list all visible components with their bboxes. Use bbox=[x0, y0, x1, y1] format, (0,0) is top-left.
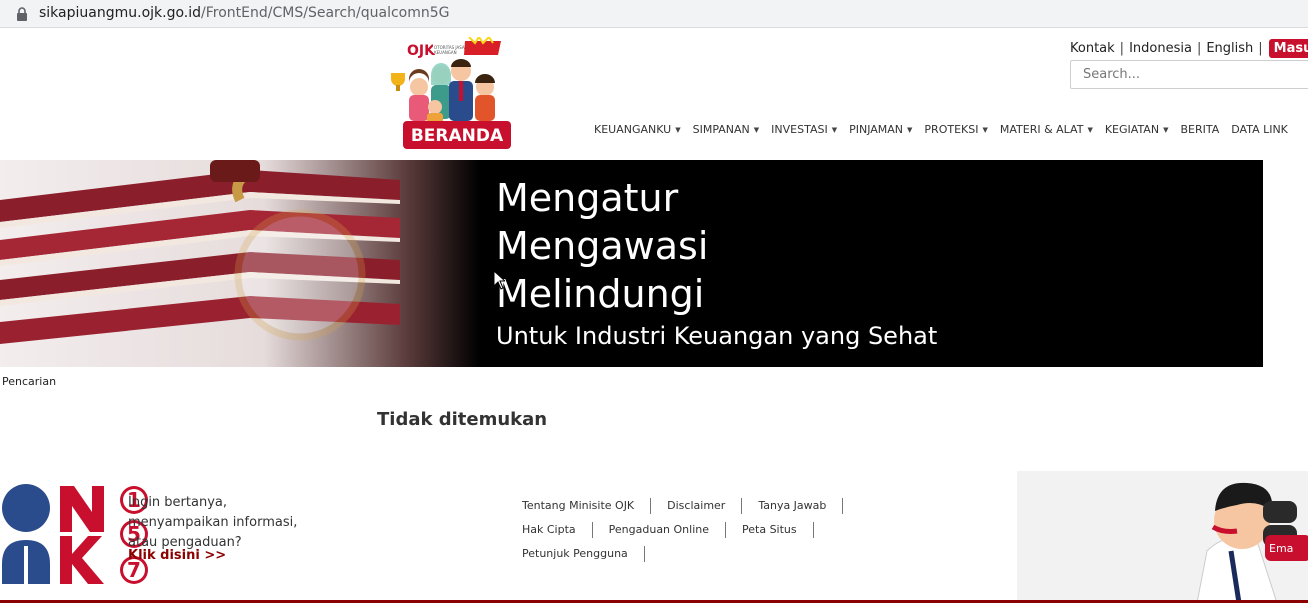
nav-item-data-link[interactable]: DATA LINK bbox=[1231, 123, 1288, 136]
nav-item-kegiatan[interactable]: KEGIATAN ▼ bbox=[1105, 123, 1169, 136]
footer-link-tanya-jawab[interactable]: Tanya Jawab bbox=[742, 498, 844, 514]
svg-text:KEUANGAN: KEUANGAN bbox=[434, 50, 457, 55]
caret-down-icon: ▼ bbox=[907, 125, 913, 134]
nav-item-berita[interactable]: BERITA bbox=[1180, 123, 1219, 136]
nav-label: MATERI & ALAT bbox=[999, 123, 1084, 136]
nav-label: PINJAMAN bbox=[849, 123, 904, 136]
footer-link-peta-situs[interactable]: Peta Situs bbox=[726, 522, 814, 538]
nav-item-keuanganku[interactable]: KEUANGANKU ▼ bbox=[594, 123, 681, 136]
banner-line-mengawasi: Mengawasi bbox=[496, 224, 709, 268]
footer-links: Tentang Minisite OJK Disclaimer Tanya Ja… bbox=[522, 494, 882, 566]
banner-line-melindungi: Melindungi bbox=[496, 272, 705, 316]
site-logo[interactable]: OJK OTORITAS JASA KEUANGAN BERANDA bbox=[387, 35, 513, 151]
link-kontak[interactable]: Kontak bbox=[1070, 41, 1115, 56]
breadcrumb: Pencarian bbox=[2, 375, 57, 388]
caret-down-icon: ▼ bbox=[1087, 125, 1093, 134]
caret-down-icon: ▼ bbox=[831, 125, 838, 134]
footer-link-tentang[interactable]: Tentang Minisite OJK bbox=[522, 498, 652, 514]
search-input[interactable] bbox=[1070, 60, 1308, 89]
nav-label: KEUANGANKU bbox=[594, 123, 672, 136]
link-english[interactable]: English bbox=[1206, 41, 1253, 56]
nav-item-investasi[interactable]: INVESTASI ▼ bbox=[771, 123, 837, 136]
separator: | bbox=[1258, 41, 1263, 56]
caret-down-icon: ▼ bbox=[675, 125, 681, 134]
mascot-binoculars-image: Ema bbox=[1196, 482, 1308, 603]
nav-label: PROTEKSI bbox=[924, 123, 979, 136]
footer-link-petunjuk[interactable]: Petunjuk Pengguna bbox=[522, 546, 645, 562]
email-promo-panel[interactable]: Ema bbox=[1017, 471, 1308, 603]
banner-line-mengatur: Mengatur bbox=[496, 176, 679, 220]
url-domain: sikapiuangmu.ojk.go.id bbox=[39, 5, 202, 21]
nav-label: SIMPANAN bbox=[692, 123, 750, 136]
url-path: /FrontEnd/CMS/Search/qualcomn5G bbox=[201, 5, 450, 21]
footer-links-row: Tentang Minisite OJK Disclaimer Tanya Ja… bbox=[522, 494, 882, 518]
nav-label: INVESTASI bbox=[771, 123, 828, 136]
separator: | bbox=[1196, 41, 1202, 56]
hero-banner: Mengatur Mengawasi Melindungi Untuk Indu… bbox=[0, 160, 1263, 367]
caret-down-icon: ▼ bbox=[982, 125, 988, 134]
footer-links-row: Petunjuk Pengguna bbox=[522, 542, 882, 566]
nav-item-simpanan[interactable]: SIMPANAN ▼ bbox=[693, 123, 760, 136]
footer-link-hak-cipta[interactable]: Hak Cipta bbox=[522, 522, 593, 538]
footer-link-pengaduan[interactable]: Pengaduan Online bbox=[593, 522, 727, 538]
top-utility-nav: Kontak | Indonesia | English | Masuk bbox=[1070, 39, 1308, 58]
nav-label: KEGIATAN bbox=[1104, 123, 1160, 136]
beranda-badge-text: BERANDA bbox=[411, 126, 504, 146]
caret-down-icon: ▼ bbox=[753, 125, 760, 134]
lock-icon bbox=[17, 7, 27, 21]
nav-item-proteksi[interactable]: PROTEKSI ▼ bbox=[924, 123, 987, 136]
caret-down-icon: ▼ bbox=[1163, 125, 1169, 134]
browser-address-bar[interactable]: sikapiuangmu.ojk.go.id/FrontEnd/CMS/Sear… bbox=[0, 0, 1308, 28]
nav-label: DATA LINK bbox=[1231, 123, 1288, 136]
link-indonesia[interactable]: Indonesia bbox=[1129, 41, 1192, 56]
books-magnifier-image bbox=[0, 160, 480, 367]
url-text[interactable]: sikapiuangmu.ojk.go.id/FrontEnd/CMS/Sear… bbox=[39, 5, 450, 21]
separator: | bbox=[1119, 41, 1125, 56]
main-nav: KEUANGANKU ▼ SIMPANAN ▼ INVESTASI ▼ PINJAMA… bbox=[594, 123, 1300, 136]
footer-links-row: Hak Cipta Pengaduan Online Peta Situs bbox=[522, 518, 882, 542]
footer-link-disclaimer[interactable]: Disclaimer bbox=[651, 498, 743, 514]
nav-item-materi-alat[interactable]: MATERI & ALAT ▼ bbox=[1000, 123, 1093, 136]
nav-label: BERITA bbox=[1180, 123, 1220, 136]
mouse-cursor-icon bbox=[493, 270, 505, 290]
help-link[interactable]: Klik disini >> bbox=[128, 548, 226, 563]
nav-item-pinjaman[interactable]: PINJAMAN ▼ bbox=[849, 123, 912, 136]
login-button[interactable]: Masuk bbox=[1268, 39, 1308, 58]
help-prompt-text: Ingin bertanya, menyampaikan informasi, … bbox=[128, 495, 298, 550]
logo-illustration: OJK OTORITAS JASA KEUANGAN BERANDA bbox=[391, 35, 511, 149]
search-result-message: Tidak ditemukan bbox=[377, 409, 548, 430]
banner-tagline: Untuk Industri Keuangan yang Sehat bbox=[496, 322, 938, 350]
email-badge-text: Ema bbox=[1269, 542, 1293, 555]
ojk-mark: OJK bbox=[407, 43, 436, 59]
